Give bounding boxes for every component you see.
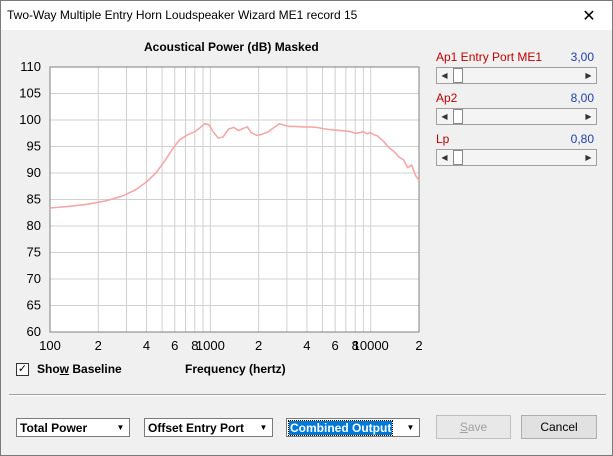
save-button[interactable]: Save — [436, 415, 511, 439]
chart-title: Acoustical Power (dB) Masked — [144, 40, 319, 54]
x-tick-label: 4 — [143, 338, 150, 353]
chevron-down-icon[interactable]: ▼ — [256, 420, 271, 435]
param-ap2-value: 8,00 — [570, 91, 594, 105]
x-tick-label: 6 — [332, 338, 339, 353]
cancel-button[interactable]: Cancel — [521, 415, 597, 439]
param-ap1-slider[interactable]: ◀ ▶ — [436, 67, 597, 84]
output-select[interactable]: Combined Output ▼ — [286, 418, 420, 437]
scroll-right-icon[interactable]: ▶ — [581, 68, 596, 83]
checkmark-icon: ✓ — [17, 362, 28, 375]
y-tick-label: 110 — [20, 59, 41, 74]
port-value: Offset Entry Port — [148, 421, 245, 435]
scroll-left-icon[interactable]: ◀ — [437, 109, 452, 124]
x-tick-label: 2 — [255, 338, 262, 353]
y-tick-label: 105 — [19, 86, 41, 101]
show-baseline-box[interactable]: ✓ — [16, 362, 29, 376]
port-select[interactable]: Offset Entry Port ▼ — [144, 418, 273, 437]
y-tick-label: 70 — [27, 271, 41, 286]
scroll-left-icon[interactable]: ◀ — [437, 150, 452, 165]
chevron-down-icon[interactable]: ▼ — [403, 420, 418, 435]
y-tick-label: 95 — [27, 139, 41, 154]
show-baseline-checkbox[interactable]: ✓ Show Baseline — [16, 362, 122, 376]
y-tick-label: 90 — [27, 165, 41, 180]
title-bar: Two-Way Multiple Entry Horn Loudspeaker … — [1, 1, 612, 30]
param-ap1-value: 3,00 — [570, 50, 594, 64]
y-tick-label: 60 — [27, 324, 41, 339]
y-tick-label: 65 — [27, 298, 41, 313]
param-ap1-thumb[interactable] — [453, 68, 463, 83]
x-tick-label: 6 — [171, 338, 178, 353]
chevron-down-icon[interactable]: ▼ — [113, 420, 128, 435]
x-tick-label: 2 — [95, 338, 102, 353]
x-tick-label: 2 — [415, 338, 422, 353]
x-tick-label: 10000 — [353, 338, 389, 353]
param-ap1-label: Ap1 Entry Port ME1 — [436, 50, 543, 64]
divider — [9, 394, 606, 396]
scroll-left-icon[interactable]: ◀ — [437, 68, 452, 83]
x-axis-label: Frequency (hertz) — [185, 362, 286, 376]
x-tick-label: 4 — [303, 338, 310, 353]
power-chart: 1101051009590858075706560100 2 4 6 81000 2 4 6 8… — [19, 59, 422, 353]
wizard-window: Two-Way Multiple Entry Horn Loudspeaker … — [0, 0, 613, 456]
param-lp-value: 0,80 — [570, 132, 594, 146]
param-lp-slider[interactable]: ◀ ▶ — [436, 149, 597, 166]
show-baseline-label: Show Baseline — [37, 362, 122, 376]
param-lp-thumb[interactable] — [453, 150, 463, 165]
x-tick-label: 100 — [39, 338, 61, 353]
window-title: Two-Way Multiple Entry Horn Loudspeaker … — [7, 8, 358, 22]
y-tick-label: 85 — [27, 192, 41, 207]
param-lp-label: Lp — [436, 132, 450, 146]
param-ap2-label: Ap2 — [436, 91, 458, 105]
param-ap2-thumb[interactable] — [453, 109, 463, 124]
scroll-right-icon[interactable]: ▶ — [581, 150, 596, 165]
output-type-value: Total Power — [20, 421, 88, 435]
y-tick-label: 75 — [27, 245, 41, 260]
param-ap2-slider[interactable]: ◀ ▶ — [436, 108, 597, 125]
x-tick-label: 1000 — [196, 338, 225, 353]
output-type-select[interactable]: Total Power ▼ — [16, 418, 130, 437]
close-button[interactable]: ✕ — [566, 1, 612, 30]
y-tick-label: 80 — [27, 218, 41, 233]
y-tick-label: 100 — [19, 112, 41, 127]
output-value: Combined Output — [287, 420, 394, 436]
scroll-right-icon[interactable]: ▶ — [581, 109, 596, 124]
